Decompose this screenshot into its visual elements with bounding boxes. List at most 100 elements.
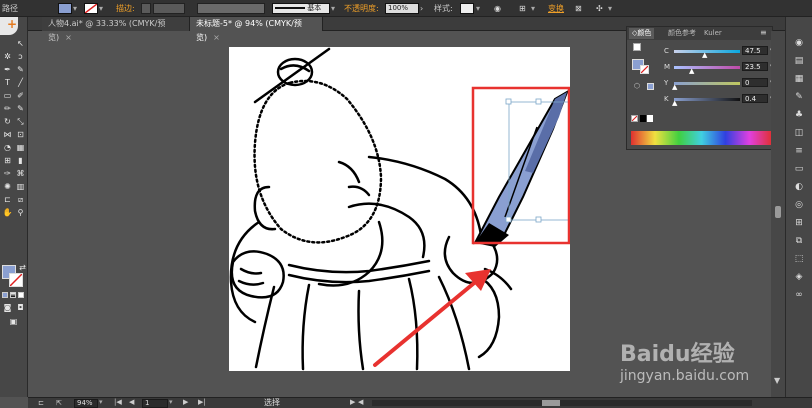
stroke-link[interactable]: 描边: bbox=[116, 3, 135, 14]
transform-panel-icon[interactable]: ⬚ bbox=[793, 253, 805, 265]
artboard-nav-icon[interactable]: ⊏ bbox=[38, 399, 44, 407]
selection-handle[interactable] bbox=[535, 98, 542, 105]
free-transform-icon[interactable]: ⊡ bbox=[15, 130, 26, 140]
scroll-left-icon[interactable]: ◀ bbox=[358, 398, 363, 406]
black-swatch[interactable] bbox=[640, 115, 646, 122]
variable-width-profile[interactable] bbox=[197, 3, 265, 14]
close-icon[interactable]: × bbox=[65, 33, 72, 42]
paintbrush-icon[interactable]: ✐ bbox=[15, 91, 26, 101]
artboards-panel-icon[interactable]: ◈ bbox=[793, 271, 805, 283]
screen-mode-icon[interactable]: ▣ bbox=[8, 317, 19, 327]
out-of-gamut-icon[interactable]: ⬡ bbox=[634, 82, 640, 90]
slider-thumb[interactable]: ▲ bbox=[702, 51, 707, 59]
artboard-icon[interactable]: ⊏ bbox=[2, 195, 13, 205]
transparency-icon[interactable]: ◐ bbox=[793, 181, 805, 193]
scroll-down-icon[interactable]: ▼ bbox=[774, 376, 780, 385]
tab-color[interactable]: ◇颜色 bbox=[629, 28, 655, 39]
links-panel-icon[interactable]: ∞ bbox=[793, 289, 805, 301]
chevron-down-icon[interactable]: ▾ bbox=[608, 3, 612, 14]
rotate-icon[interactable]: ↻ bbox=[2, 117, 13, 127]
none-mode-icon[interactable] bbox=[18, 292, 24, 298]
isolate-icon[interactable]: ✣ bbox=[596, 3, 603, 14]
selection-handle[interactable] bbox=[505, 216, 512, 223]
transform-again-icon[interactable]: ⊠ bbox=[575, 3, 582, 14]
brush-definition[interactable]: 基本 bbox=[272, 3, 330, 14]
sword-blade[interactable] bbox=[473, 89, 569, 247]
hand-icon[interactable]: ✋ bbox=[2, 208, 13, 218]
stroke-swatch[interactable] bbox=[84, 3, 98, 14]
recolor-icon[interactable]: ◉ bbox=[494, 3, 501, 14]
panel-menu-icon[interactable]: ≡ bbox=[760, 28, 767, 37]
close-icon[interactable]: × bbox=[213, 33, 220, 42]
chevron-down-icon[interactable]: ▾ bbox=[531, 3, 535, 14]
black-input[interactable]: 0.4 bbox=[742, 94, 768, 103]
chevron-down-icon[interactable]: ▾ bbox=[476, 3, 480, 14]
scale-icon[interactable]: ⤡ bbox=[15, 117, 26, 127]
width-icon[interactable]: ⋈ bbox=[2, 130, 13, 140]
blob-brush-icon[interactable]: ✎ bbox=[15, 104, 26, 114]
tab-kuler[interactable]: Kuler bbox=[701, 28, 725, 39]
gradient-panel-icon[interactable]: ▭ bbox=[793, 163, 805, 175]
selection-handle[interactable] bbox=[505, 98, 512, 105]
tab-color-guide[interactable]: 颜色参考 bbox=[665, 28, 699, 39]
graphic-style-swatch[interactable] bbox=[460, 3, 474, 14]
white-swatch[interactable] bbox=[647, 115, 653, 122]
magenta-input[interactable]: 23.5 bbox=[742, 62, 768, 71]
gradient-mode-icon[interactable] bbox=[10, 292, 16, 298]
draw-behind-icon[interactable]: ◘ bbox=[15, 303, 26, 313]
align-icon[interactable]: ⊞ bbox=[519, 3, 526, 14]
chevron-down-icon[interactable]: ▾ bbox=[73, 3, 77, 14]
perspective-grid-icon[interactable]: ▦ bbox=[15, 143, 26, 153]
last-page-icon[interactable]: ▶| bbox=[198, 398, 206, 406]
gradient-icon[interactable]: ▮ bbox=[15, 156, 26, 166]
pencil-icon[interactable]: ✏ bbox=[2, 104, 13, 114]
color-spectrum[interactable] bbox=[631, 131, 772, 145]
swap-fill-stroke-icon[interactable]: ⇄ bbox=[17, 263, 28, 273]
yellow-input[interactable]: 0 bbox=[742, 78, 768, 87]
pathfinder-icon[interactable]: ⧉ bbox=[793, 235, 805, 247]
stroke-panel-icon[interactable]: ≡ bbox=[793, 145, 805, 157]
none-swatch[interactable] bbox=[631, 115, 638, 122]
rectangle-icon[interactable]: ▭ bbox=[2, 91, 13, 101]
share-icon[interactable]: ⇱ bbox=[56, 399, 62, 407]
align-panel-icon[interactable]: ⊞ bbox=[793, 217, 805, 229]
black-slider[interactable] bbox=[674, 98, 740, 101]
slice-icon[interactable]: ⧄ bbox=[15, 195, 26, 205]
stroke-weight-stepper[interactable] bbox=[141, 3, 151, 14]
lasso-icon[interactable]: ↄ bbox=[15, 52, 26, 62]
vertical-scrollbar[interactable]: ▼ bbox=[771, 31, 785, 397]
direct-selection-icon[interactable]: ↖ bbox=[15, 39, 26, 49]
illustration-canvas[interactable] bbox=[229, 47, 571, 371]
scroll-thumb[interactable] bbox=[775, 206, 781, 218]
yellow-slider[interactable] bbox=[674, 82, 740, 85]
chevron-right-icon[interactable]: › bbox=[420, 3, 423, 14]
magic-wand-icon[interactable]: ✲ bbox=[2, 52, 13, 62]
gamut-swatch[interactable] bbox=[647, 83, 654, 90]
chevron-down-icon[interactable]: ▾ bbox=[169, 398, 173, 406]
line-icon[interactable]: ╱ bbox=[15, 78, 26, 88]
artboard[interactable] bbox=[229, 47, 571, 371]
blend-icon[interactable]: ⌘ bbox=[15, 169, 26, 179]
appearance-icon[interactable]: ◎ bbox=[793, 199, 805, 211]
column-graph-icon[interactable]: ▥ bbox=[15, 182, 26, 192]
layers-icon[interactable]: ▤ bbox=[793, 55, 805, 67]
fill-swatch[interactable] bbox=[58, 3, 72, 14]
chevron-down-icon[interactable]: ▾ bbox=[99, 3, 103, 14]
slider-thumb[interactable]: ▲ bbox=[689, 67, 694, 75]
selection-handle[interactable] bbox=[535, 216, 542, 223]
prev-page-icon[interactable]: ◀ bbox=[129, 398, 134, 406]
magenta-slider[interactable] bbox=[674, 66, 740, 69]
symbol-sprayer-icon[interactable]: ✺ bbox=[2, 182, 13, 192]
tab-document-2[interactable]: 未标题-5* @ 94% (CMYK/预览) × bbox=[190, 17, 323, 42]
first-page-icon[interactable]: |◀ bbox=[114, 398, 122, 406]
eyedropper-icon[interactable]: ✑ bbox=[2, 169, 13, 179]
pen-icon[interactable]: ✒ bbox=[2, 65, 13, 75]
color-panel-icon[interactable]: ◉ bbox=[793, 37, 805, 49]
horizontal-scrollbar[interactable] bbox=[372, 400, 752, 406]
slider-thumb[interactable]: ▲ bbox=[672, 83, 677, 91]
page-field[interactable]: 1 bbox=[142, 399, 168, 408]
shape-builder-icon[interactable]: ◔ bbox=[2, 143, 13, 153]
draw-normal-icon[interactable]: ◙ bbox=[2, 303, 13, 313]
swatches-icon[interactable]: ▦ bbox=[793, 73, 805, 85]
chevron-down-icon[interactable]: ▾ bbox=[331, 3, 335, 14]
